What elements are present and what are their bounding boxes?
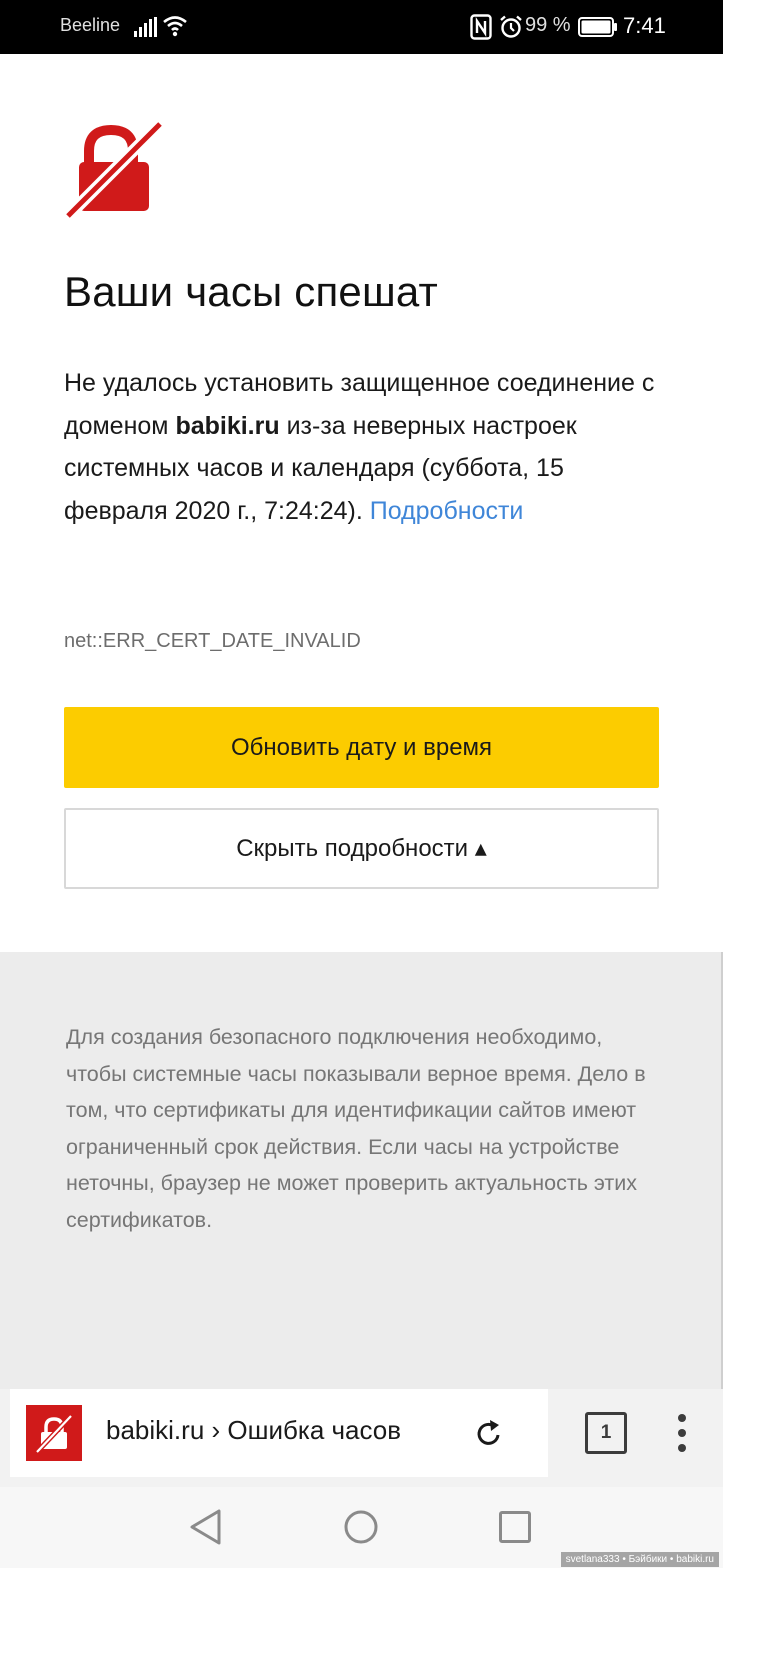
- hide-details-button[interactable]: Скрыть подробности ▴: [64, 808, 659, 889]
- reload-icon[interactable]: [474, 1418, 504, 1448]
- details-link[interactable]: Подробности: [370, 497, 524, 525]
- details-text: Для создания безопасного подключения нео…: [66, 1025, 646, 1232]
- domain-name: babiki.ru: [175, 411, 280, 440]
- update-date-time-button[interactable]: Обновить дату и время: [64, 707, 659, 788]
- nfc-icon: [470, 14, 492, 40]
- omnibox-text[interactable]: babiki.ru › Ошибка часов: [106, 1415, 401, 1446]
- recent-apps-icon[interactable]: [498, 1510, 532, 1544]
- status-bar: Beeline 99 % 7:41: [0, 0, 723, 54]
- error-message: Не удалось установить защищенное соедине…: [64, 362, 664, 532]
- tabs-count-button[interactable]: 1: [585, 1412, 627, 1454]
- home-icon[interactable]: [343, 1509, 379, 1545]
- site-favicon-broken-lock-icon: [26, 1405, 82, 1461]
- wifi-icon: [163, 16, 187, 37]
- battery-icon: [578, 17, 617, 37]
- clock-time: 7:41: [623, 13, 666, 38]
- battery-percent: 99 %: [525, 14, 571, 36]
- more-vert-icon[interactable]: [668, 1412, 696, 1454]
- error-code: net::ERR_CERT_DATE_INVALID: [64, 630, 361, 652]
- details-panel: Для создания безопасного подключения нео…: [0, 952, 723, 1389]
- page-title: Ваши часы спешат: [64, 268, 438, 315]
- alarm-icon: [500, 15, 522, 38]
- back-icon[interactable]: [188, 1508, 224, 1546]
- broken-lock-icon: [64, 119, 165, 220]
- omnibox-arrow-shape: [520, 1389, 548, 1477]
- watermark: svetlana333 • Бэйбики • babiki.ru: [560, 1552, 719, 1567]
- carrier-name: Beeline: [60, 15, 121, 35]
- signal-icon: [134, 17, 157, 37]
